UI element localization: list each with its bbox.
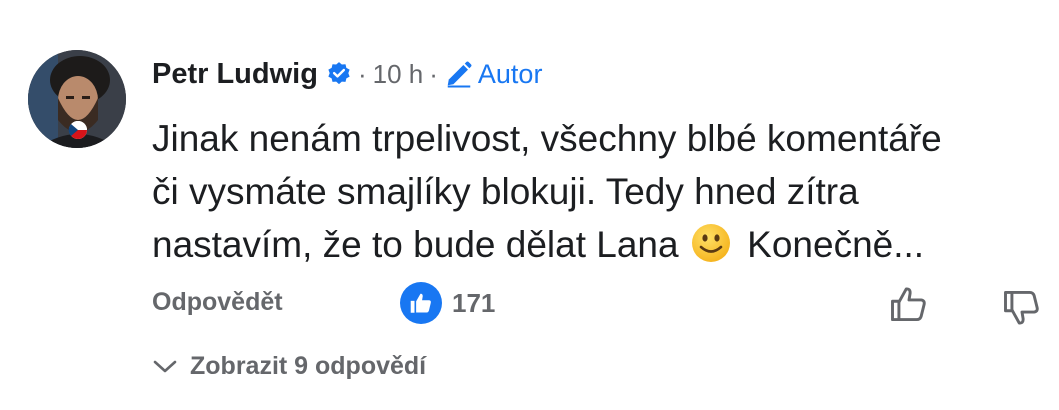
reactions-summary[interactable]: 171: [400, 282, 495, 324]
thumbs-up-icon[interactable]: [887, 282, 931, 331]
show-replies-label: Zobrazit 9 odpovědí: [190, 352, 427, 380]
comment-text: Jinak nenám trpelivost, všechny blbé kom…: [152, 112, 1052, 277]
comment-time: 10 h: [372, 58, 424, 89]
like-reaction-icon: [400, 282, 442, 324]
comment-text-part: nastavím, že to bude dělat Lana: [152, 224, 679, 265]
pencil-icon: [444, 59, 474, 89]
comment-text-line-3: nastavím, že to bude dělat Lana Konečně.…: [152, 218, 1052, 277]
chevron-down-icon: [152, 357, 178, 377]
comment-actions: Odpovědět 171: [152, 280, 1052, 328]
meta-separator: ·: [357, 58, 367, 89]
comment-header: Petr Ludwig · 10 h · Autor: [152, 52, 542, 96]
thumbs-down-icon[interactable]: [1000, 286, 1044, 335]
comment-text-line: či vysmáte smajlíky blokuji. Tedy hned z…: [152, 171, 859, 212]
comment-text-line: Jinak nenám trpelivost, všechny blbé kom…: [152, 118, 942, 159]
show-replies-button[interactable]: Zobrazit 9 odpovědí: [152, 352, 426, 381]
comment-text-part: Konečně...: [747, 224, 925, 265]
reply-button[interactable]: Odpovědět: [152, 288, 283, 317]
author-name[interactable]: Petr Ludwig: [152, 58, 318, 91]
meta-separator: ·: [429, 58, 438, 89]
like-count: 171: [452, 287, 496, 318]
verified-badge-icon: [326, 61, 352, 87]
author-avatar[interactable]: [28, 50, 126, 148]
author-tag: Autor: [444, 58, 543, 90]
author-tag-label: Autor: [477, 58, 543, 89]
slightly-smiling-face-emoji: [691, 223, 731, 277]
